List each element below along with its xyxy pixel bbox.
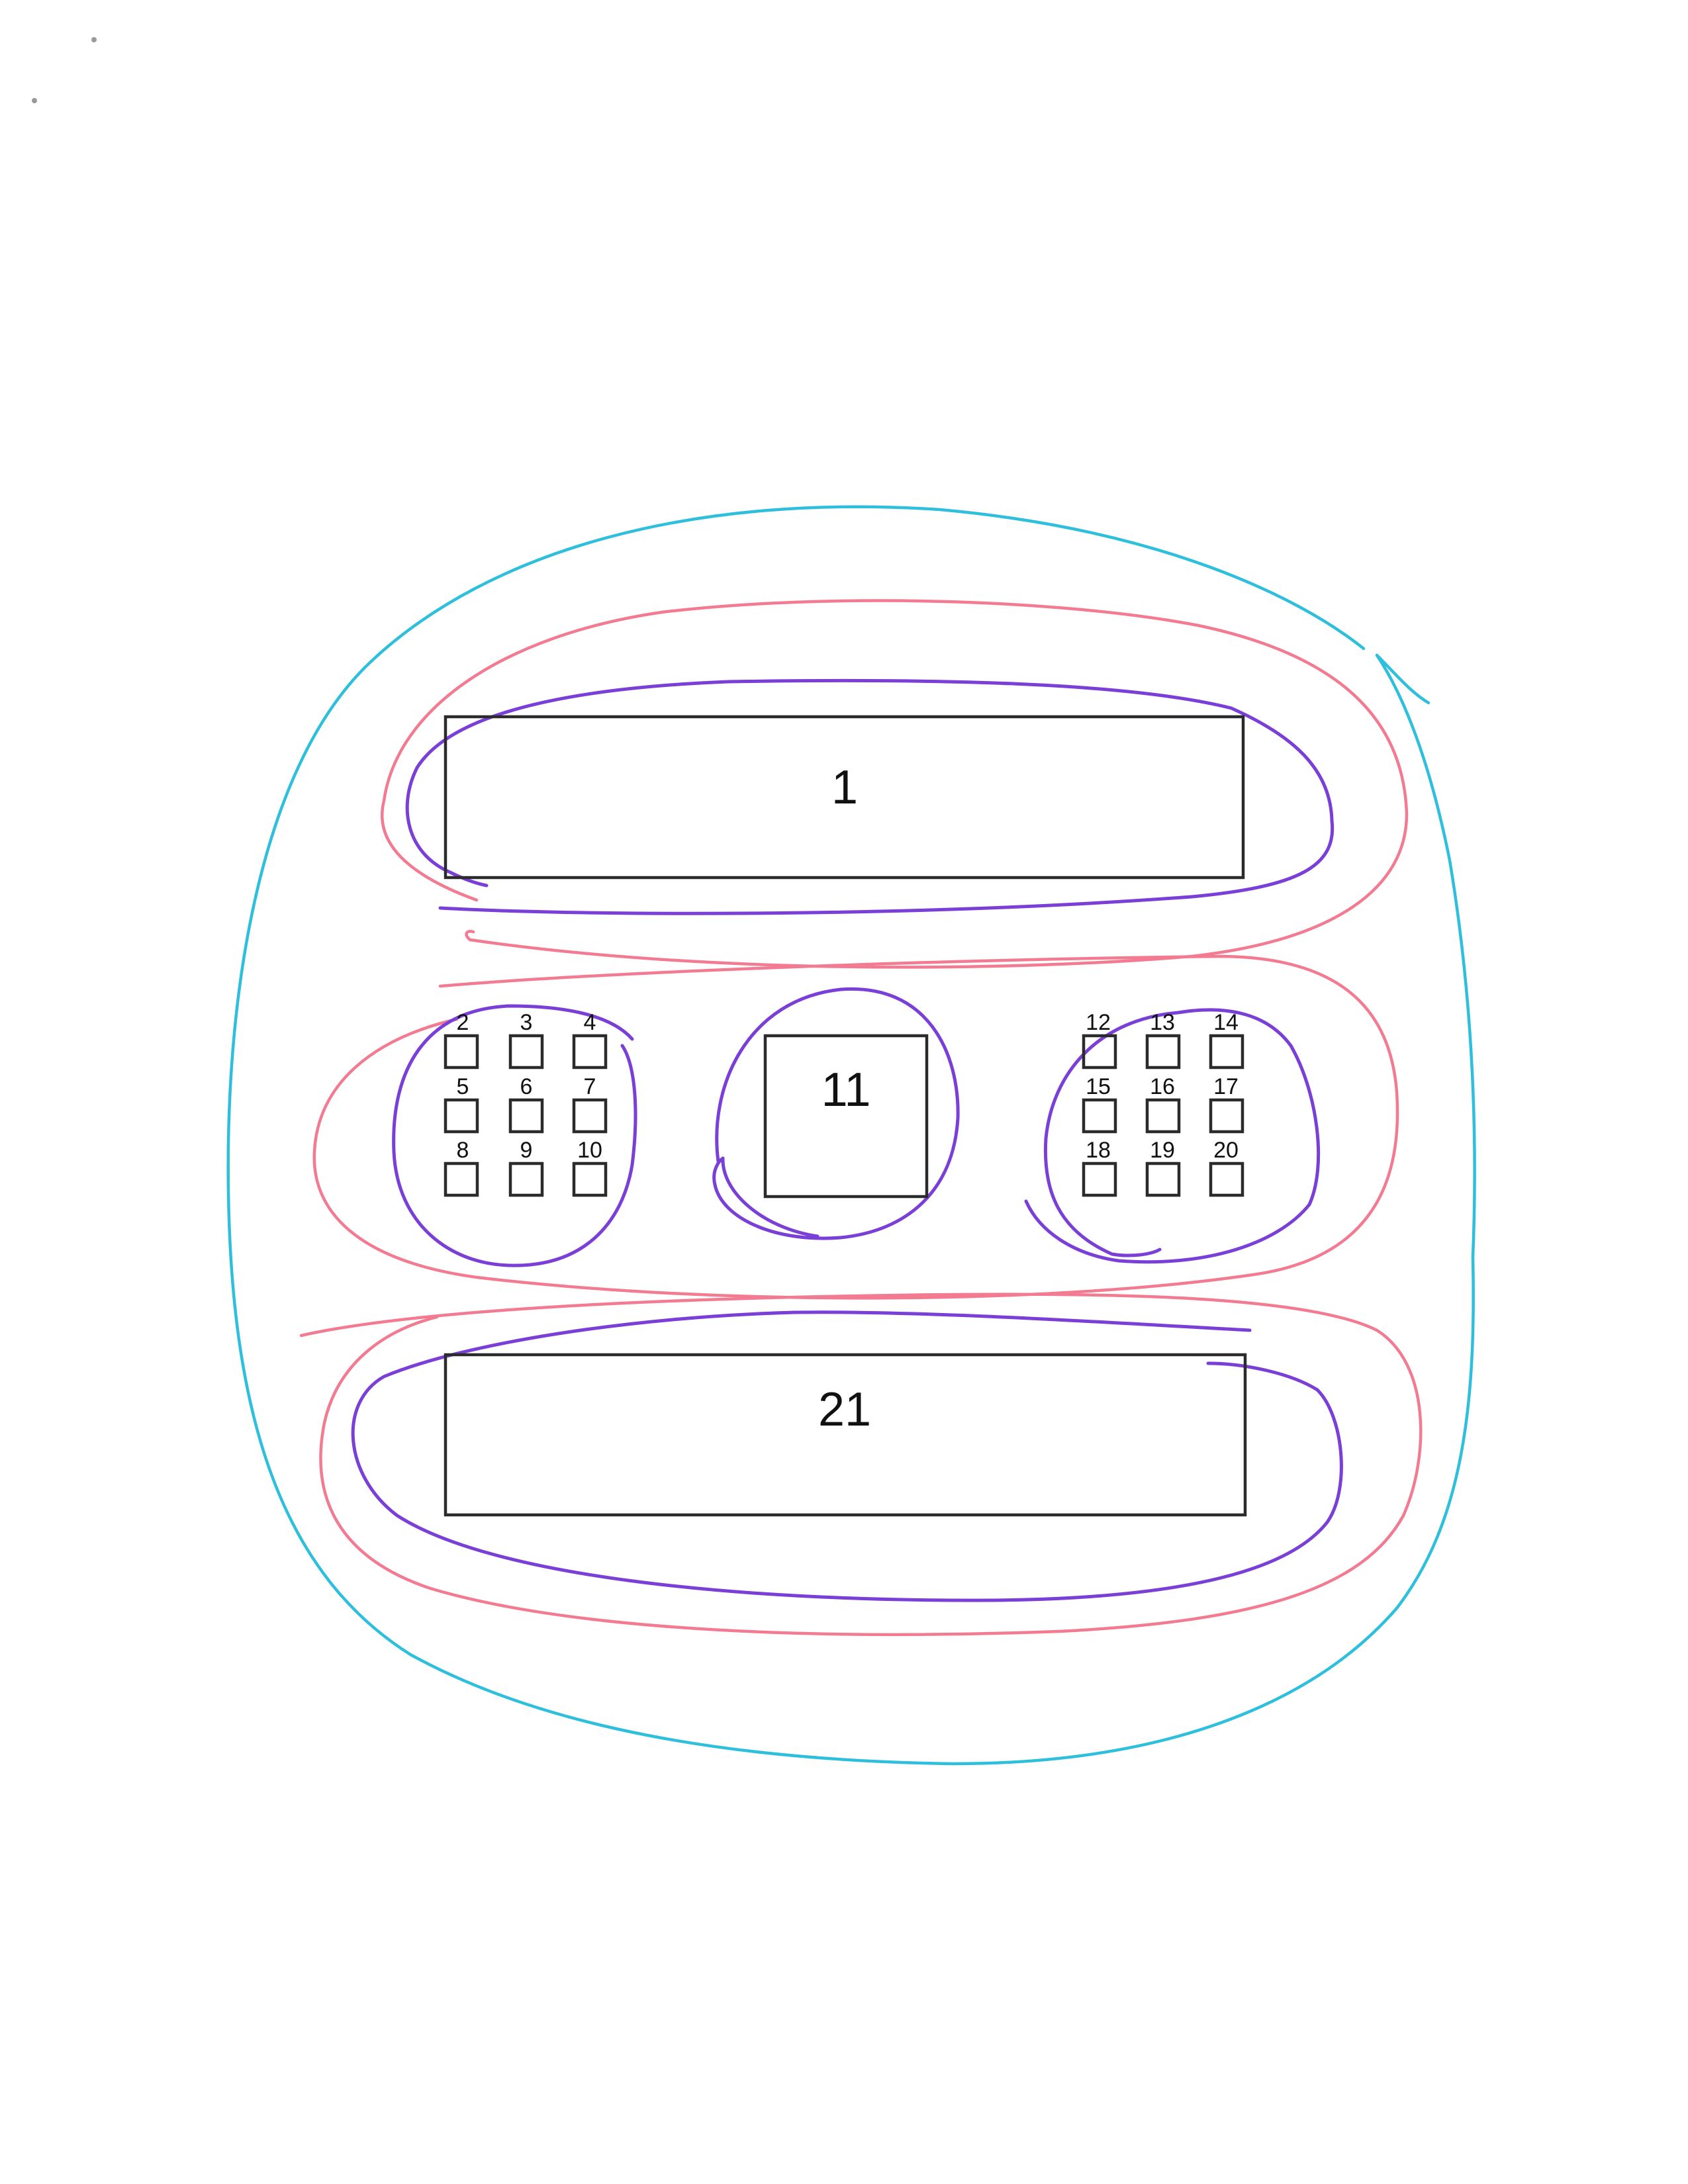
small-box-10-label: 10 (577, 1138, 602, 1163)
small-box-9-label: 9 (520, 1138, 533, 1163)
right-small-box-grid: 12 13 14 15 16 17 18 19 20 (1082, 1010, 1244, 1197)
small-box-16-label: 16 (1150, 1074, 1175, 1099)
small-box-9 (508, 1161, 544, 1197)
left-small-box-grid: 2 3 4 5 6 7 8 9 10 (444, 1010, 608, 1197)
small-box-17-label: 17 (1213, 1074, 1239, 1099)
small-box-15-label: 15 (1086, 1074, 1111, 1099)
small-box-14-label: 14 (1213, 1010, 1239, 1035)
subgroup-loop-left (392, 1004, 637, 1267)
small-box-8-label: 8 (457, 1138, 469, 1163)
box-11-label: 11 (821, 1064, 871, 1116)
small-box-10 (572, 1161, 608, 1197)
small-box-18 (1082, 1161, 1117, 1197)
small-box-19 (1145, 1161, 1181, 1197)
small-box-6-label: 6 (520, 1074, 533, 1099)
small-box-4 (572, 1034, 608, 1069)
diagram-canvas: 1 11 21 2 3 4 5 6 7 8 9 10 12 13 14 15 1… (32, 37, 1476, 1766)
small-box-12-label: 12 (1086, 1010, 1111, 1035)
small-box-3-label: 3 (520, 1010, 533, 1035)
small-box-7 (572, 1098, 608, 1134)
scan-speck (91, 37, 97, 42)
small-box-3 (508, 1034, 544, 1069)
small-box-13-label: 13 (1150, 1010, 1175, 1035)
small-box-2-label: 2 (457, 1010, 469, 1035)
small-box-16 (1145, 1098, 1181, 1134)
small-box-15 (1082, 1098, 1117, 1134)
scan-speck (32, 98, 37, 103)
small-box-17 (1209, 1098, 1244, 1134)
small-box-8 (444, 1161, 479, 1197)
small-box-7-label: 7 (584, 1074, 596, 1099)
small-box-19-label: 19 (1150, 1138, 1175, 1163)
small-box-4-label: 4 (584, 1010, 596, 1035)
outer-grouping-loop (226, 505, 1476, 1766)
small-box-20-label: 20 (1213, 1138, 1239, 1163)
subgroup-loop-right (1024, 1008, 1321, 1264)
small-box-6 (508, 1098, 544, 1134)
small-box-20 (1209, 1161, 1244, 1197)
box-1-label: 1 (831, 761, 858, 814)
small-box-18-label: 18 (1086, 1138, 1111, 1163)
small-box-5 (444, 1098, 479, 1134)
box-21-label: 21 (818, 1383, 871, 1436)
small-box-5-label: 5 (457, 1074, 469, 1099)
small-box-13 (1145, 1034, 1181, 1069)
small-box-14 (1209, 1034, 1244, 1069)
small-box-2 (444, 1034, 479, 1069)
grouping-loop-bottom (299, 1293, 1423, 1636)
